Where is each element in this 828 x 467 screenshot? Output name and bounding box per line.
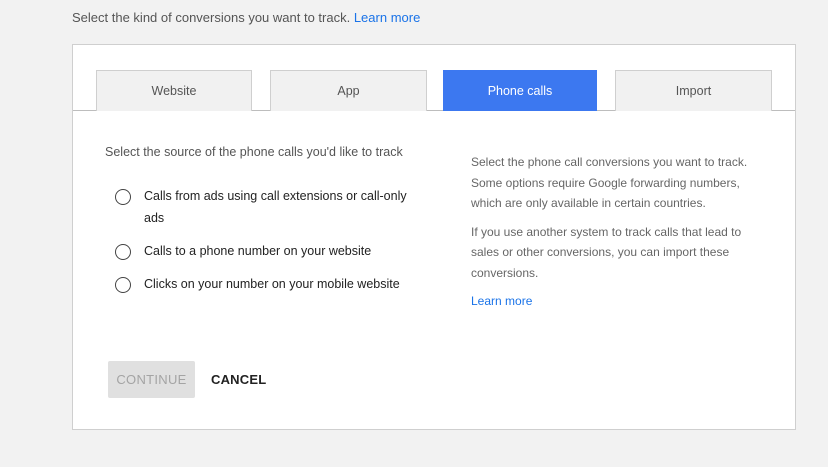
- option-calls-from-ads[interactable]: Calls from ads using call extensions or …: [115, 188, 414, 229]
- option-calls-to-website-number[interactable]: Calls to a phone number on your website: [115, 243, 371, 262]
- tab-import[interactable]: Import: [615, 70, 772, 111]
- help-paragraph-forwarding: Select the phone call conversions you wa…: [471, 155, 748, 210]
- tab-website[interactable]: Website: [96, 70, 252, 111]
- continue-button[interactable]: CONTINUE: [108, 361, 195, 398]
- option-calls-to-website-number-label: Calls to a phone number on your website: [144, 244, 372, 258]
- tab-app[interactable]: App: [270, 70, 427, 111]
- intro-label: Select the kind of conversions you want …: [72, 10, 351, 25]
- intro-text: Select the kind of conversions you want …: [72, 10, 420, 25]
- radio-clicks-on-mobile-number[interactable]: [115, 277, 131, 293]
- help-paragraph-import: If you use another system to track calls…: [471, 224, 742, 280]
- conversion-type-panel: Website App Phone calls Import Select th…: [72, 44, 796, 430]
- radio-calls-from-ads[interactable]: [115, 189, 131, 205]
- phone-call-source-heading: Select the source of the phone calls you…: [105, 145, 403, 159]
- conversion-type-tabs: Website App Phone calls Import: [73, 45, 795, 111]
- help-learn-more-link[interactable]: Learn more: [471, 294, 532, 308]
- option-calls-from-ads-label: Calls from ads using call extensions or …: [144, 189, 407, 225]
- option-clicks-on-mobile-number[interactable]: Clicks on your number on your mobile web…: [115, 276, 400, 295]
- help-panel: Select the phone call conversions you wa…: [471, 152, 761, 312]
- radio-calls-to-website-number[interactable]: [115, 244, 131, 260]
- cancel-button[interactable]: CANCEL: [203, 361, 274, 398]
- option-clicks-on-mobile-number-label: Clicks on your number on your mobile web…: [144, 277, 400, 291]
- tab-phone-calls[interactable]: Phone calls: [443, 70, 597, 111]
- intro-learn-more-link[interactable]: Learn more: [354, 10, 420, 25]
